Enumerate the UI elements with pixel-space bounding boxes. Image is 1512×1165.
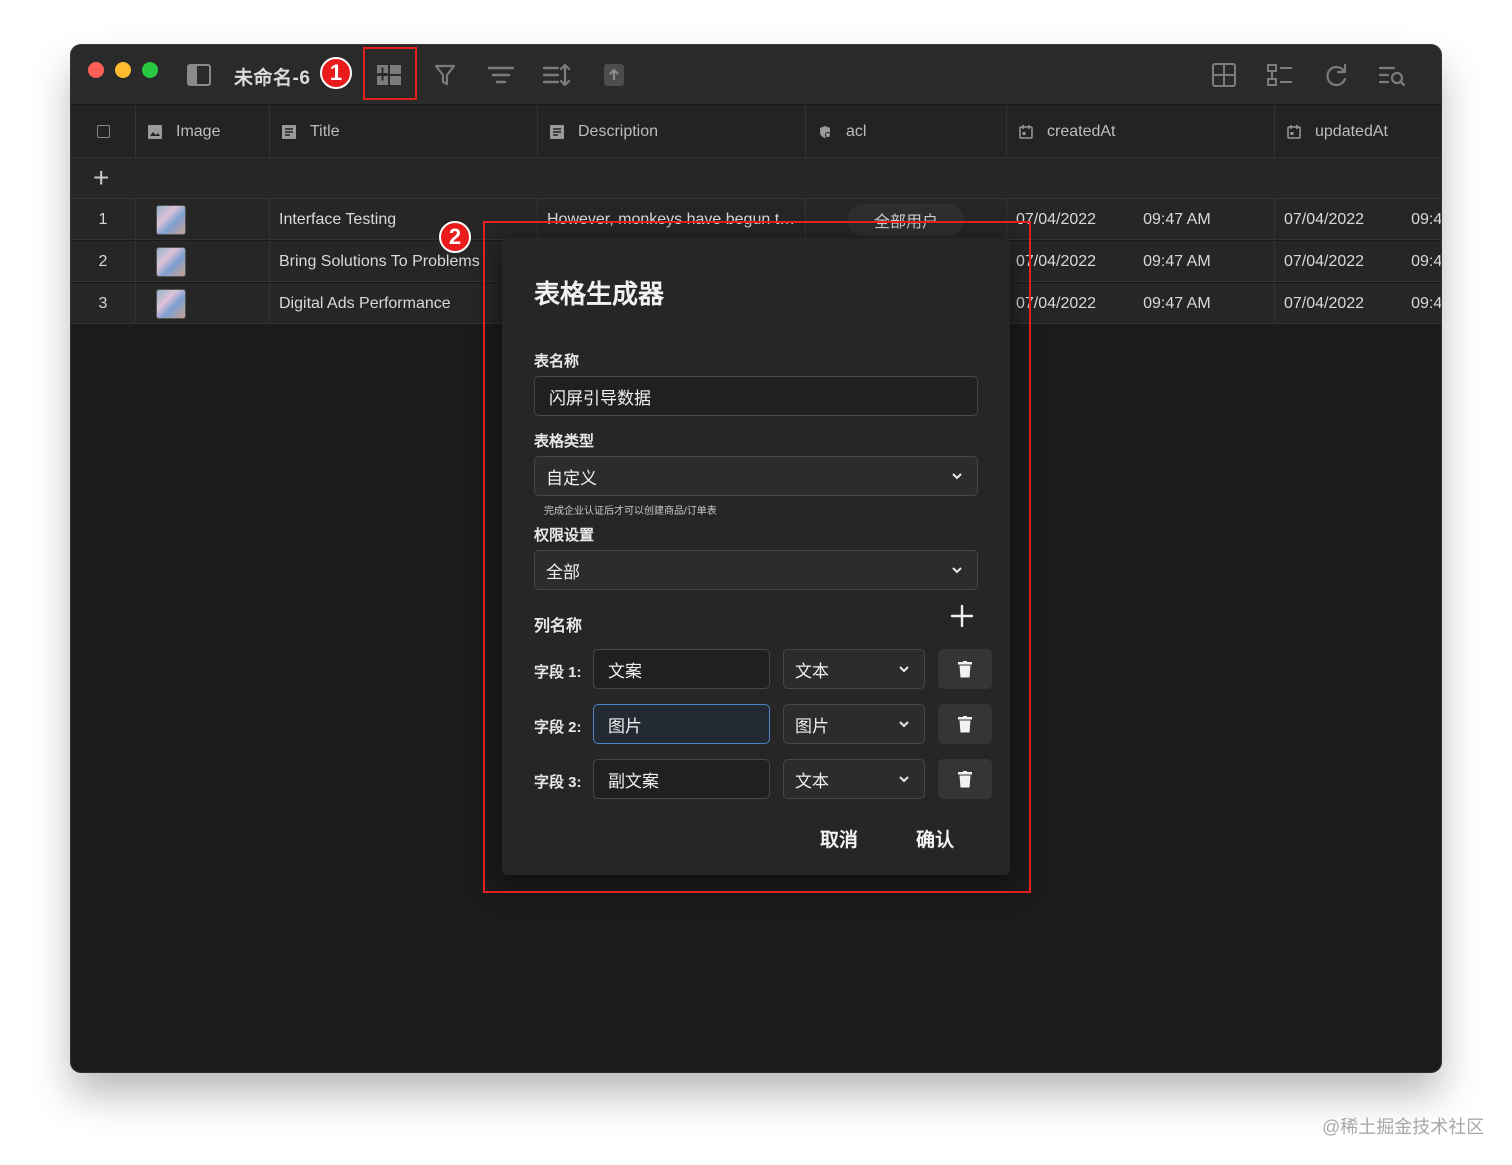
image-cell[interactable] — [136, 283, 270, 324]
add-row-button[interactable]: + — [93, 164, 109, 192]
sidebar-icon — [187, 64, 211, 86]
callout-box-2 — [483, 221, 1031, 893]
column-header-label: createdAt — [1047, 122, 1116, 140]
upload-icon — [604, 64, 624, 86]
image-icon — [148, 124, 162, 139]
image-cell[interactable] — [136, 199, 270, 240]
schema-icon — [1267, 64, 1292, 86]
row-index: 1 — [71, 199, 136, 240]
filter-button[interactable] — [429, 59, 461, 91]
schema-button[interactable] — [1264, 59, 1296, 91]
app-window: 未命名-6 1 Image Title Description acl crea… — [71, 45, 1441, 1072]
createdat-cell[interactable]: 07/04/2022 09:47 AM — [1007, 199, 1275, 240]
updated-date: 07/04/2022 — [1284, 294, 1365, 312]
column-header-description[interactable]: Description — [538, 105, 806, 158]
acl-icon — [820, 125, 831, 138]
filter-icon — [434, 64, 456, 86]
titlebar: 未命名-6 1 — [71, 45, 1441, 105]
stage: 未命名-6 1 Image Title Description acl crea… — [0, 0, 1512, 1165]
column-header-label: acl — [846, 122, 867, 140]
callout-badge-2: 2 — [439, 221, 471, 253]
updated-time: 09:4 — [1411, 294, 1441, 312]
row-index: 2 — [71, 241, 136, 282]
image-thumbnail[interactable] — [156, 246, 186, 277]
refresh-button[interactable] — [1320, 59, 1352, 91]
column-header-image[interactable]: Image — [136, 105, 270, 158]
calendar-icon — [1019, 124, 1033, 139]
text-field-icon — [282, 124, 296, 139]
column-header-label: Title — [310, 122, 340, 140]
created-time: 09:47 AM — [1143, 252, 1211, 270]
image-thumbnail[interactable] — [156, 204, 186, 235]
refresh-icon — [1326, 63, 1347, 87]
updatedat-cell[interactable]: 07/04/2022 09:4 — [1275, 283, 1441, 324]
group-button[interactable] — [485, 59, 517, 91]
group-lines-icon — [488, 66, 514, 84]
table-header: Image Title Description acl createdAt up… — [71, 105, 1441, 158]
updatedat-cell[interactable]: 07/04/2022 09:4 — [1275, 199, 1441, 240]
updated-time: 09:4 — [1411, 252, 1441, 270]
sidebar-toggle-button[interactable] — [183, 59, 215, 91]
calendar-icon — [1287, 124, 1301, 139]
createdat-cell[interactable]: 07/04/2022 09:47 AM — [1007, 283, 1275, 324]
watermark: @稀土掘金技术社区 — [1322, 1117, 1485, 1137]
column-header-label: Image — [176, 122, 221, 140]
updated-date: 07/04/2022 — [1284, 210, 1365, 228]
text-field-icon — [550, 124, 564, 139]
grid-icon — [1212, 63, 1236, 87]
zoom-window-button[interactable] — [142, 62, 158, 78]
search-button[interactable] — [1376, 59, 1408, 91]
add-row-bar: + — [71, 158, 1441, 199]
column-header-createdat[interactable]: createdAt — [1007, 105, 1275, 158]
image-thumbnail[interactable] — [156, 288, 186, 319]
column-header-label: updatedAt — [1315, 122, 1388, 140]
column-header-updatedat[interactable]: updatedAt — [1275, 105, 1441, 158]
callout-badge-1: 1 — [320, 57, 352, 89]
sort-icon — [542, 63, 571, 87]
minimize-window-button[interactable] — [115, 62, 131, 78]
search-list-icon — [1378, 66, 1406, 87]
callout-box-1 — [363, 47, 417, 100]
updated-time: 09:4 — [1411, 210, 1441, 228]
close-window-button[interactable] — [88, 62, 104, 78]
row-index: 3 — [71, 283, 136, 324]
image-cell[interactable] — [136, 241, 270, 282]
createdat-cell[interactable]: 07/04/2022 09:47 AM — [1007, 241, 1275, 282]
updatedat-cell[interactable]: 07/04/2022 09:4 — [1275, 241, 1441, 282]
column-header-title[interactable]: Title — [270, 105, 538, 158]
column-header-acl[interactable]: acl — [806, 105, 1007, 158]
select-all-column — [71, 105, 136, 158]
sort-button[interactable] — [541, 59, 573, 91]
column-header-label: Description — [578, 122, 659, 140]
created-time: 09:47 AM — [1143, 210, 1211, 228]
layout-grid-button[interactable] — [1208, 59, 1240, 91]
updated-date: 07/04/2022 — [1284, 252, 1365, 270]
select-all-checkbox[interactable] — [97, 125, 110, 138]
export-button[interactable] — [598, 59, 630, 91]
created-time: 09:47 AM — [1143, 294, 1211, 312]
window-title: 未命名-6 — [234, 68, 311, 89]
